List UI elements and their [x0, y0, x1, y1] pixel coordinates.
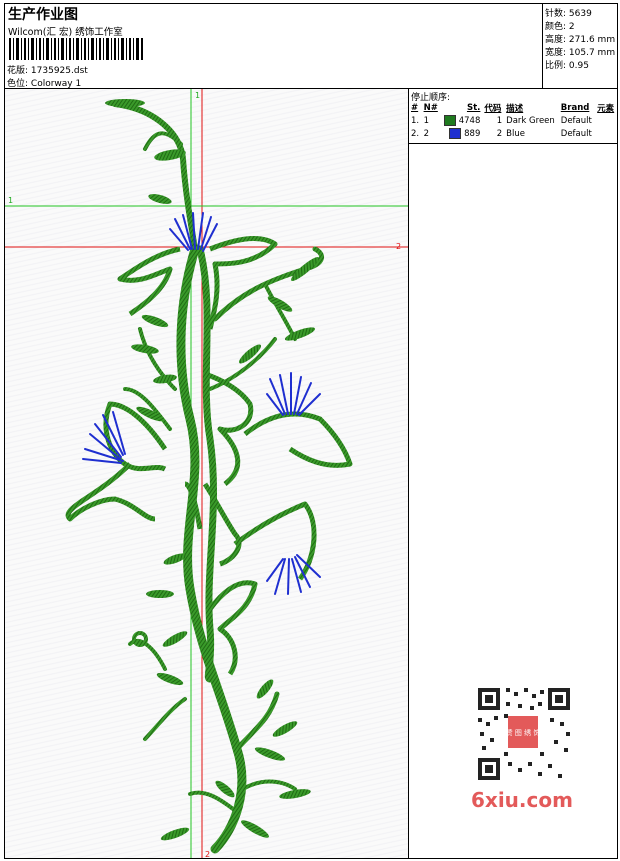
- vine-stems: [112, 101, 324, 854]
- sequence-row: 1. 1 4748 1 Dark Green Default: [411, 115, 592, 126]
- design-file-row: 花版: 1735925.dst: [7, 63, 88, 76]
- stats-panel: 针数: 5639 颜色: 2 高度: 271.6 mm 宽度: 105.7 mm…: [543, 4, 617, 89]
- col-n: N#: [423, 102, 438, 113]
- flower-right-upper: [266, 372, 321, 416]
- stamp-text: 赞 图 绣 饰: [506, 728, 541, 737]
- colorway-row: 色位: Colorway 1: [7, 76, 81, 89]
- guide-label-red-v: 2: [205, 850, 210, 858]
- file-value: 1735925.dst: [30, 66, 88, 76]
- stat-height: 高度: 271.6 mm: [545, 35, 616, 45]
- sequence-row: 2. 2 889 2 Blue Default: [411, 128, 592, 139]
- stat-colors: 颜色: 2: [545, 22, 575, 32]
- sequence-table: # N# St. 代码 描述 Brand 元素 1. 1 4748 1 Dark…: [409, 101, 617, 140]
- header-info: 生产作业图 Wilcom(汇 宏) 绣饰工作室 花版: 1735925.dst: [5, 4, 543, 89]
- col-stitches: St.: [466, 102, 481, 113]
- sequence-header-row: # N# St. 代码 描述 Brand 元素: [409, 101, 617, 114]
- watermark-brand: 6xiu.com: [471, 788, 573, 812]
- stat-scale: 比例: 0.95: [545, 61, 589, 71]
- sheet-title: 生产作业图: [8, 7, 78, 23]
- colorway-label: 色位:: [7, 79, 29, 89]
- barcode: [9, 38, 143, 60]
- guide-label-green-h: 1: [8, 196, 13, 205]
- color-swatch-dark-green: [444, 115, 457, 126]
- embroidery-design: 1 1 2 2: [5, 89, 408, 858]
- design-preview: 1 1 2 2: [5, 89, 409, 858]
- sequence-divider: [409, 143, 617, 144]
- file-label: 花版:: [7, 66, 29, 76]
- stat-width: 宽度: 105.7 mm: [545, 48, 616, 58]
- guide-label-red-h: 2: [396, 242, 401, 251]
- col-brand: Brand: [560, 102, 590, 113]
- guide-label-green-v: 1: [195, 91, 200, 100]
- col-hash: #: [411, 102, 419, 113]
- col-code: 代码: [484, 103, 502, 114]
- col-desc: 描述: [506, 103, 524, 114]
- qr-code: 赞 图 绣 饰: [468, 682, 582, 786]
- color-swatch-blue: [449, 128, 462, 139]
- col-element: 元素: [597, 103, 615, 114]
- stat-stitches: 针数: 5639: [545, 9, 592, 19]
- studio-name: Wilcom(汇 宏) 绣饰工作室: [8, 27, 123, 38]
- colorway-value: Colorway 1: [30, 79, 82, 89]
